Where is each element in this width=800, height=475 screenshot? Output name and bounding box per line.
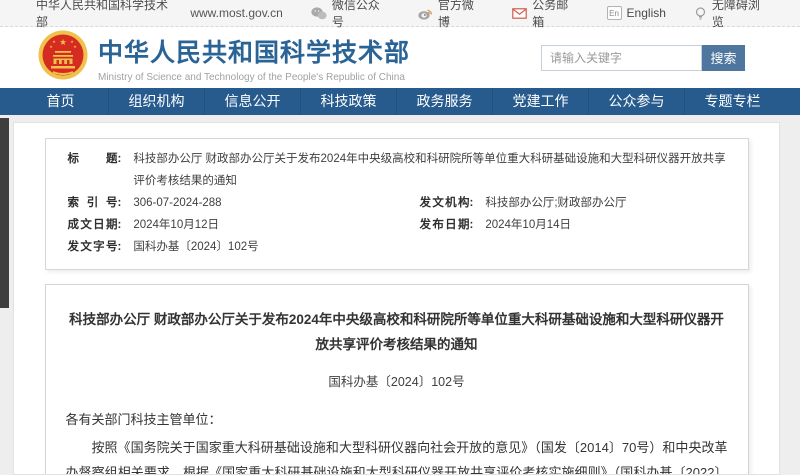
nav-item-gov-services[interactable]: 政务服务 xyxy=(396,88,492,115)
brand[interactable]: ★ ★ ★ ★ ★ 中华人民共和国科学技术部 Ministry o xyxy=(38,30,410,85)
svg-text:★: ★ xyxy=(70,39,74,44)
accessibility-icon xyxy=(694,7,707,20)
wechat-label: 微信公众号 xyxy=(332,0,390,30)
meta-publish-date-label: 发布日期 xyxy=(420,214,470,236)
search-input[interactable] xyxy=(541,45,702,71)
meta-written-date-label: 成文日期 xyxy=(68,214,118,236)
topbar-links: 微信公众号 官方微博 xyxy=(283,0,770,30)
document-body-box: 科技部办公厅 财政部办公厅关于发布2024年中央级高校和科研院所等单位重大科研基… xyxy=(45,284,749,475)
weibo-icon xyxy=(418,7,433,20)
nav-item-sci-tech-policy[interactable]: 科技政策 xyxy=(300,88,396,115)
meta-index-label: 索引号 xyxy=(68,192,118,214)
meta-written-date-value: 2024年10月12日 xyxy=(133,214,219,236)
nav-item-info-disclosure[interactable]: 信息公开 xyxy=(204,88,300,115)
meta-issuer-value: 科技部办公厅;财政部办公厅 xyxy=(485,192,626,214)
meta-row-doc-number: 发文字号: 国科办基〔2024〕102号 xyxy=(68,236,728,258)
document-metadata-box: 标题: 科技部办公厅 财政部办公厅关于发布2024年中央级高校和科研院所等单位重… xyxy=(45,138,749,270)
wechat-link[interactable]: 微信公众号 xyxy=(311,0,390,30)
site-url-link[interactable]: www.most.gov.cn xyxy=(190,6,282,20)
nav-item-special-topics[interactable]: 专题专栏 xyxy=(684,88,780,115)
site-search: 搜索 xyxy=(541,45,745,71)
nav-item-home[interactable]: 首页 xyxy=(13,88,108,115)
meta-doc-number-label: 发文字号 xyxy=(68,236,118,258)
svg-text:★: ★ xyxy=(73,44,77,49)
primary-nav: 首页 组织机构 信息公开 科技政策 政务服务 党建工作 公众参与 专题专栏 xyxy=(0,88,800,115)
weibo-link[interactable]: 官方微博 xyxy=(418,0,484,30)
document-paragraph: 按照《国务院关于国家重大科研基础设施和大型科研仪器向社会开放的意见》（国发〔20… xyxy=(66,435,728,475)
document-number: 国科办基〔2024〕102号 xyxy=(66,371,728,390)
meta-issuer-label: 发文机构 xyxy=(420,192,470,214)
ministry-title: 中华人民共和国科学技术部 xyxy=(98,33,410,69)
accessibility-label: 无障碍浏览 xyxy=(712,0,770,30)
weibo-label: 官方微博 xyxy=(438,0,484,30)
document-title: 科技部办公厅 财政部办公厅关于发布2024年中央级高校和科研院所等单位重大科研基… xyxy=(67,307,727,357)
meta-row-index-issuer: 索引号: 306-07-2024-288 发文机构: 科技部办公厅;财政部办公厅 xyxy=(68,192,728,214)
svg-text:★: ★ xyxy=(52,39,56,44)
accessibility-link[interactable]: 无障碍浏览 xyxy=(694,0,770,30)
nav-item-party-building[interactable]: 党建工作 xyxy=(492,88,588,115)
meta-row-dates: 成文日期: 2024年10月12日 发布日期: 2024年10月14日 xyxy=(68,214,728,236)
ministry-subtitle: Ministry of Science and Technology of th… xyxy=(98,72,410,83)
svg-text:★: ★ xyxy=(49,44,53,49)
brand-text: 中华人民共和国科学技术部 Ministry of Science and Tec… xyxy=(98,33,410,83)
svg-text:★: ★ xyxy=(59,37,67,47)
english-icon: En xyxy=(607,6,622,20)
search-button[interactable]: 搜索 xyxy=(702,45,745,71)
main-area: 标题: 科技部办公厅 财政部办公厅关于发布2024年中央级高校和科研院所等单位重… xyxy=(0,115,800,475)
mail-link[interactable]: 公务邮箱 xyxy=(512,0,578,30)
meta-title-label: 标题 xyxy=(68,148,118,192)
nav-item-organization[interactable]: 组织机构 xyxy=(108,88,204,115)
topbar-left: 中华人民共和国科学技术部 www.most.gov.cn xyxy=(36,0,283,30)
national-emblem-icon: ★ ★ ★ ★ ★ xyxy=(38,30,88,85)
document-salutation: 各有关部门科技主管单位： xyxy=(66,407,728,432)
meta-doc-number-value: 国科办基〔2024〕102号 xyxy=(133,236,258,258)
mail-label: 公务邮箱 xyxy=(532,0,578,30)
english-label: English xyxy=(627,6,666,20)
meta-publish-date-value: 2024年10月14日 xyxy=(485,214,571,236)
top-utility-bar: 中华人民共和国科学技术部 www.most.gov.cn 微信公众号 xyxy=(0,0,800,27)
mail-icon xyxy=(512,8,527,19)
nav-item-public-participation[interactable]: 公众参与 xyxy=(588,88,684,115)
meta-row-title: 标题: 科技部办公厅 财政部办公厅关于发布2024年中央级高校和科研院所等单位重… xyxy=(68,148,728,192)
content-card: 标题: 科技部办公厅 财政部办公厅关于发布2024年中央级高校和科研院所等单位重… xyxy=(13,122,780,475)
meta-index-value: 306-07-2024-288 xyxy=(133,192,221,214)
masthead: ★ ★ ★ ★ ★ 中华人民共和国科学技术部 Ministry o xyxy=(0,27,800,88)
page: 中华人民共和国科学技术部 www.most.gov.cn 微信公众号 xyxy=(0,0,800,475)
left-edge-artifact xyxy=(0,118,9,308)
wechat-icon xyxy=(311,7,327,20)
site-name: 中华人民共和国科学技术部 xyxy=(36,0,176,30)
english-link[interactable]: En English xyxy=(607,6,666,20)
meta-title-value: 科技部办公厅 财政部办公厅关于发布2024年中央级高校和科研院所等单位重大科研基… xyxy=(133,148,727,192)
